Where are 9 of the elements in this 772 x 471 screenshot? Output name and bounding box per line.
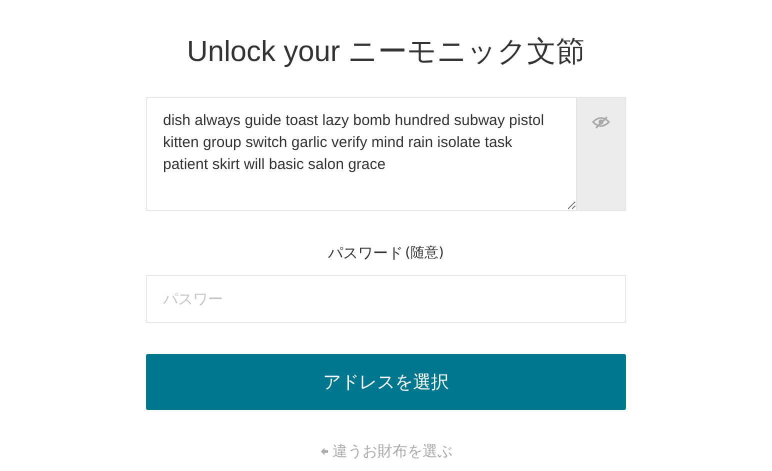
page-title: Unlock your ニーモニック文節 [186, 35, 586, 70]
back-arrow-icon [320, 446, 328, 456]
password-optional-note: (随意) [405, 244, 444, 262]
password-field[interactable]: パスワー [146, 275, 626, 323]
eye-slash-icon [592, 114, 610, 130]
password-label: パスワード [328, 242, 404, 264]
select-address-button[interactable]: アドレスを選択 [146, 354, 626, 410]
mnemonic-field[interactable]: dish always guide toast lazy bomb hundred subway pistol kitten group switch garlic verify mind rain isolate task patient skirt will basic salon grace [146, 97, 576, 211]
visibility-toggle-button[interactable] [576, 97, 626, 211]
